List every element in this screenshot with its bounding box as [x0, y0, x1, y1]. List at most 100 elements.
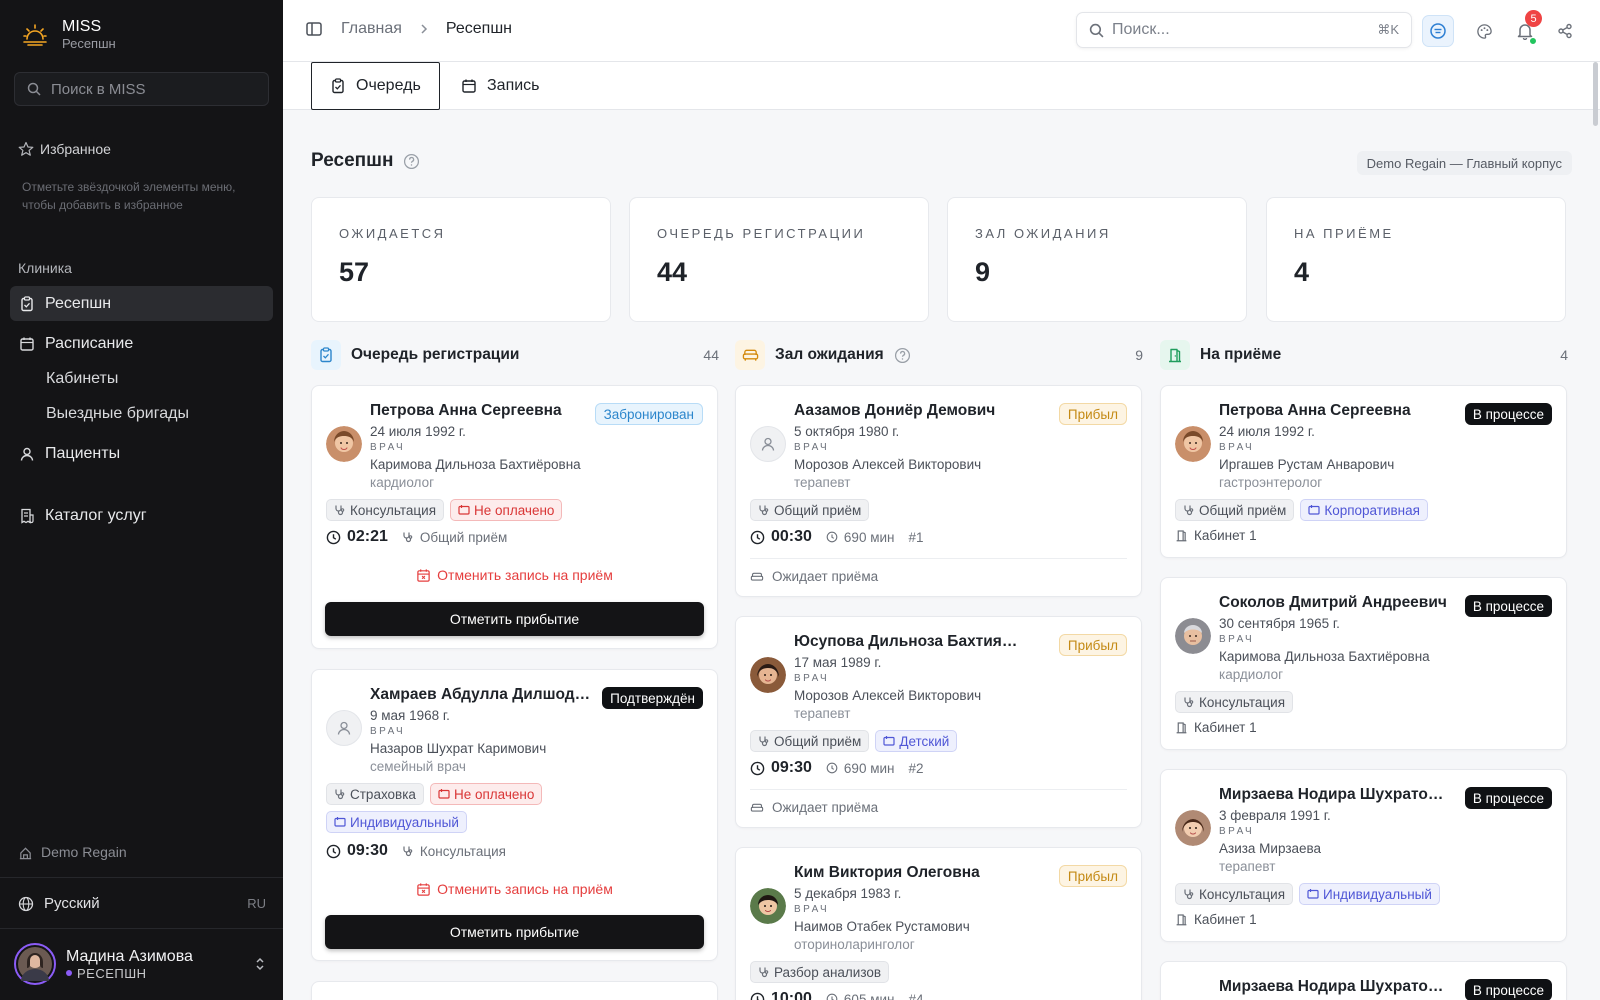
global-search-placeholder: Поиск... — [1112, 21, 1170, 38]
sidebar-toggle-icon[interactable] — [305, 20, 323, 38]
doctor-specialty: терапевт — [1219, 859, 1276, 874]
doctor-specialty: семейный врач — [370, 759, 466, 774]
registration-card[interactable]: Петрова Анна Сергеевна Забронирован 24 и… — [311, 385, 718, 649]
section-clinic-label: Клиника — [18, 260, 72, 276]
user-menu[interactable]: Мадина Азимова РЕСЕПШН — [14, 943, 266, 985]
card-icon — [438, 788, 450, 800]
appointment-card[interactable]: Мирзаева Нодира Шухратовна В процессе 3 … — [1160, 769, 1567, 942]
time-row: 00:30 690 мин #1 — [750, 528, 924, 546]
patient-avatar — [1175, 810, 1211, 846]
mark-arrival-button[interactable]: Отметить прибытие — [325, 915, 704, 949]
sidebar-item-rooms[interactable]: Кабинеты — [46, 370, 118, 388]
status-badge: В процессе — [1464, 787, 1552, 809]
doctor-name: Морозов Алексей Викторович — [794, 688, 982, 703]
language-switcher[interactable]: Русский RU — [18, 895, 266, 912]
registration-card[interactable]: Хамраев Абдулла Дилшодович Подтверждён 9… — [311, 669, 718, 961]
cancel-appointment-link[interactable]: Отменить запись на приём — [312, 567, 717, 583]
patient-avatar-placeholder — [326, 710, 362, 746]
tariff-tag: Детский — [875, 730, 958, 752]
column-header-waiting: Зал ожидания 9 — [735, 340, 1143, 370]
sidebar-item-label: Ресепшн — [45, 294, 112, 312]
tab-queue[interactable]: Очередь — [311, 62, 440, 110]
status-badge: Прибыл — [1058, 865, 1127, 887]
user-icon — [760, 436, 776, 452]
app-subtitle: Ресепшн — [62, 36, 116, 51]
appointment-card[interactable]: Петрова Анна Сергеевна В процессе 24 июл… — [1160, 385, 1567, 558]
global-search-input[interactable]: Поиск... ⌘K — [1076, 12, 1412, 48]
appointment-time: 00:30 — [771, 528, 812, 545]
patient-name: Соколов Дмитрий Андреевич — [1219, 594, 1447, 611]
breadcrumb-current: Ресепшн — [445, 20, 513, 37]
appointment-card[interactable]: Соколов Дмитрий Андреевич В процессе 30 … — [1160, 577, 1567, 750]
status-badge: В процессе — [1464, 403, 1552, 425]
sidebar-item-reception[interactable]: Ресепшн — [10, 286, 273, 321]
card-icon — [883, 735, 895, 747]
divider — [0, 928, 283, 929]
doctor-specialty: кардиолог — [1219, 667, 1283, 682]
tag-label: Консультация — [1199, 886, 1286, 902]
patient-dob: 17 мая 1989 г. — [794, 655, 882, 670]
clipboard-icon — [311, 340, 341, 370]
sofa-icon — [750, 571, 764, 583]
calendar-x-icon — [416, 882, 431, 897]
help-icon[interactable] — [894, 347, 911, 364]
sidebar-item-label: Пациенты — [45, 444, 121, 462]
chevron-right-icon — [420, 23, 428, 35]
tab-bar: Очередь Запись — [283, 62, 1600, 110]
share-button[interactable] — [1549, 15, 1581, 47]
registration-card[interactable] — [311, 981, 718, 1000]
waiting-card[interactable]: Юсупова Дильноза Бахтияровна Прибыл 17 м… — [735, 616, 1142, 828]
wait-duration: 605 мин — [843, 991, 895, 1000]
patient-name: Петрова Анна Сергеевна — [370, 402, 562, 419]
share-icon — [1557, 23, 1573, 39]
star-icon — [18, 141, 34, 157]
main-content: Главная Ресепшн Поиск... ⌘K 5 Очередь За… — [283, 0, 1600, 1000]
payment-tag: Не оплачено — [450, 499, 563, 521]
theme-button[interactable] — [1468, 15, 1500, 47]
service-name: Общий приём — [419, 529, 508, 545]
scrollbar-thumb[interactable] — [1593, 62, 1598, 126]
breadcrumb-home[interactable]: Главная — [341, 20, 402, 38]
status-badge: Подтверждён — [602, 687, 703, 709]
app-name: MISS — [62, 18, 102, 35]
time-row: 02:21 Общий приём — [326, 528, 507, 546]
tab-label: Запись — [487, 77, 540, 94]
sidebar-item-schedule[interactable]: Расписание — [10, 326, 273, 361]
help-icon[interactable] — [403, 153, 420, 170]
appointment-card[interactable]: Мирзаева Нодира Шухратовна В процессе — [1160, 961, 1567, 1000]
notifications-button[interactable]: 5 — [1509, 10, 1542, 47]
sidebar-search-placeholder: Поиск в MISS — [51, 80, 146, 98]
door-icon — [1175, 529, 1188, 542]
waiting-card[interactable]: Аазамов Дониёр Демович Прибыл 5 октября … — [735, 385, 1142, 597]
sidebar-item-patients[interactable]: Пациенты — [10, 436, 273, 471]
sidebar-search-input[interactable]: Поиск в MISS — [14, 72, 269, 106]
organization-switcher[interactable]: Demo Regain — [18, 844, 127, 860]
tab-booking[interactable]: Запись — [443, 62, 558, 110]
mark-arrival-button[interactable]: Отметить прибытие — [325, 602, 704, 636]
doctor-specialty: терапевт — [794, 475, 851, 490]
appointment-time: 09:30 — [347, 842, 388, 859]
column-title: На приёме — [1200, 346, 1282, 363]
sidebar-item-services[interactable]: Каталог услуг — [10, 498, 273, 533]
doctor-role-label: ВРАЧ — [370, 442, 406, 453]
sidebar-item-mobile-teams[interactable]: Выездные бригады — [46, 405, 189, 423]
divider — [0, 877, 283, 878]
user-icon — [19, 446, 35, 462]
brand[interactable]: MISS Ресепшн — [22, 18, 116, 52]
patient-name: Мирзаева Нодира Шухратовна — [1219, 786, 1451, 803]
patient-name: Хамраев Абдулла Дилшодович — [370, 686, 595, 703]
timer-icon — [826, 531, 838, 543]
language-label: Русский — [44, 895, 100, 912]
stat-value: 4 — [1294, 257, 1310, 287]
cancel-appointment-link[interactable]: Отменить запись на приём — [312, 881, 717, 897]
queue-number: #4 — [908, 991, 924, 1000]
tag-row: Консультация Индивидуальный — [1175, 883, 1440, 905]
waiting-card[interactable]: Ким Виктория Олеговна Прибыл 5 декабря 1… — [735, 847, 1142, 1000]
doctor-role-label: ВРАЧ — [1219, 826, 1255, 837]
stat-label: НА ПРИЁМЕ — [1294, 226, 1394, 241]
chat-button[interactable] — [1422, 15, 1454, 47]
organization-badge: Demo Regain — Главный корпус — [1356, 151, 1572, 175]
insurance-tag: Страховка — [326, 783, 424, 805]
doctor-role-label: ВРАЧ — [1219, 634, 1255, 645]
service-tag: Разбор анализов — [750, 961, 890, 983]
